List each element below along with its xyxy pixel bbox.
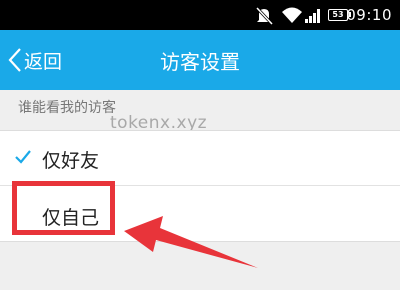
- option-self-only[interactable]: 仅自己: [0, 186, 400, 241]
- mute-icon: [255, 6, 273, 26]
- status-bar: 53 09:10: [0, 0, 400, 30]
- nav-bar: 返回 访客设置: [0, 30, 400, 90]
- status-time: 09:10: [346, 6, 392, 24]
- option-label: 仅好友: [42, 150, 100, 172]
- option-label: 仅自己: [42, 207, 100, 229]
- visitor-option-list: 仅好友 仅自己: [0, 130, 400, 242]
- page-title: 访客设置: [160, 50, 240, 74]
- battery-icon: 53: [328, 9, 351, 21]
- section-header: 谁能看我的访客: [18, 100, 116, 116]
- signal-icon: [305, 9, 320, 23]
- option-friends-only[interactable]: 仅好友: [0, 131, 400, 186]
- wifi-icon: [282, 7, 302, 23]
- check-icon: [15, 150, 31, 164]
